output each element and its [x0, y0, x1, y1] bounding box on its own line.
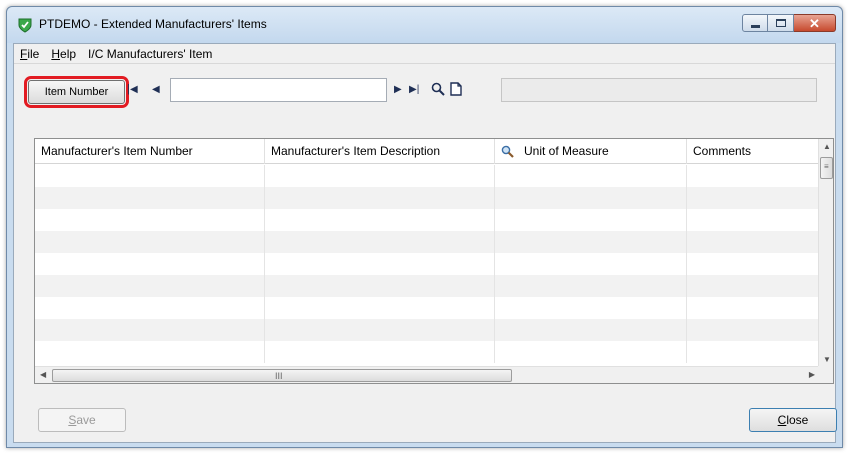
save-button[interactable]: Save	[38, 408, 126, 432]
table-row[interactable]	[35, 187, 820, 209]
manufacturers-items-grid[interactable]: Manufacturer's Item Number Manufacturer'…	[34, 138, 834, 384]
scroll-up-icon[interactable]: ▲	[823, 143, 831, 151]
next-record-icon[interactable]: ▶	[394, 85, 402, 95]
menu-bar: File Help I/C Manufacturers' Item	[14, 44, 835, 64]
grid-body[interactable]	[35, 165, 820, 363]
close-button[interactable]: Close	[749, 408, 837, 432]
close-icon: ✕	[809, 15, 820, 31]
column-header-item-description[interactable]: Manufacturer's Item Description	[265, 139, 495, 164]
item-description-display	[501, 78, 817, 102]
first-record-icon[interactable]: ◀	[130, 85, 138, 95]
vertical-scrollbar[interactable]: ▲ ≡ ▼	[818, 139, 833, 368]
column-header-unit-of-measure[interactable]: Unit of Measure	[495, 139, 687, 164]
minimize-button[interactable]	[742, 14, 768, 32]
menu-file-label: ile	[27, 46, 40, 61]
scroll-right-icon[interactable]: ▶	[809, 371, 815, 379]
window-controls: ✕	[742, 14, 836, 34]
client-area: File Help I/C Manufacturers' Item Item N…	[13, 43, 837, 443]
maximize-button[interactable]	[768, 14, 794, 32]
menu-help-label: elp	[60, 46, 77, 61]
menu-help[interactable]: Help	[51, 47, 76, 61]
grid-header: Manufacturer's Item Number Manufacturer'…	[35, 139, 820, 164]
maximize-icon	[775, 19, 786, 27]
menu-ic-label: I/C Manufacturers' Item	[88, 46, 213, 61]
minimize-icon	[750, 24, 760, 28]
scroll-corner	[818, 366, 833, 383]
scroll-down-icon[interactable]: ▼	[823, 356, 831, 364]
menu-file[interactable]: File	[20, 47, 39, 61]
vertical-scroll-thumb[interactable]: ≡	[820, 157, 833, 179]
title-bar[interactable]: PTDEMO - Extended Manufacturers' Items ✕	[7, 7, 842, 43]
table-row[interactable]	[35, 209, 820, 231]
menu-ic-manufacturers-item[interactable]: I/C Manufacturers' Item	[88, 47, 212, 61]
finder-search-icon[interactable]	[430, 81, 446, 97]
table-row[interactable]	[35, 341, 820, 363]
column-header-item-number[interactable]: Manufacturer's Item Number	[35, 139, 265, 164]
close-window-button[interactable]: ✕	[794, 14, 836, 32]
app-window: PTDEMO - Extended Manufacturers' Items ✕…	[6, 6, 843, 448]
window-title: PTDEMO - Extended Manufacturers' Items	[39, 17, 267, 31]
table-row[interactable]	[35, 297, 820, 319]
uom-header-label: Unit of Measure	[524, 144, 609, 158]
column-header-comments[interactable]: Comments	[687, 139, 820, 164]
scroll-left-icon[interactable]: ◀	[40, 371, 46, 379]
vertical-grip-icon: ≡	[824, 162, 829, 171]
horizontal-grip: III	[275, 371, 283, 381]
uom-finder-icon[interactable]	[501, 145, 514, 158]
table-row[interactable]	[35, 231, 820, 253]
menu-help-accel: H	[51, 46, 61, 61]
item-number-input[interactable]	[170, 78, 387, 102]
table-row[interactable]	[35, 275, 820, 297]
close-label: lose	[786, 413, 809, 427]
last-record-icon[interactable]: ▶|	[409, 85, 419, 95]
new-document-icon[interactable]	[448, 81, 464, 97]
item-number-button[interactable]: Item Number	[24, 76, 129, 108]
table-row[interactable]	[35, 319, 820, 341]
horizontal-scrollbar[interactable]: ◀ III ▶	[35, 366, 820, 383]
table-row[interactable]	[35, 165, 820, 187]
app-shield-icon[interactable]	[17, 17, 33, 33]
horizontal-scroll-thumb[interactable]: III	[52, 369, 512, 382]
first-record-bar-icon: |	[127, 83, 130, 95]
table-row[interactable]	[35, 253, 820, 275]
previous-record-icon[interactable]: ◀	[152, 85, 160, 95]
finder-toolbar: Item Number ◀ | ◀ ▶ ▶|	[14, 66, 835, 108]
save-label: ave	[76, 413, 96, 427]
